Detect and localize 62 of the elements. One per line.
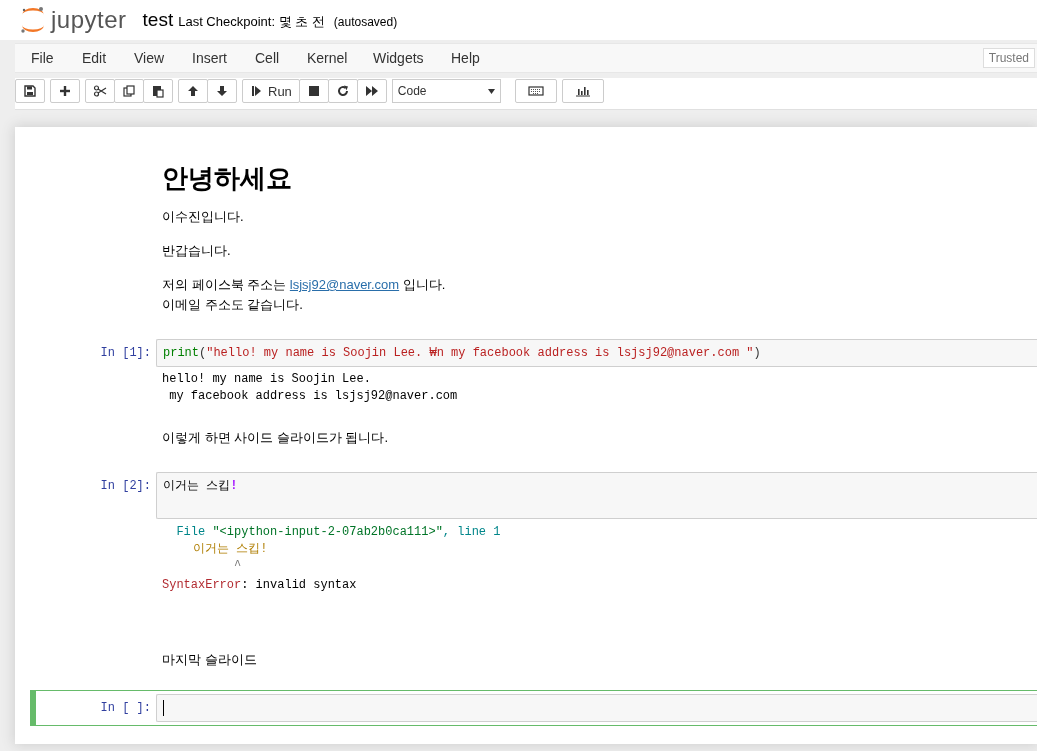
input-prompt: In [1]: [99,345,152,362]
logo-text: jupyter [51,7,127,33]
autosave-status: (autosaved) [333,15,398,29]
input-prompt: In [ ]: [99,700,152,717]
caret-icon [487,88,495,94]
code-input[interactable] [156,694,1037,723]
traceback-line: File "<ipython-input-2-07ab2b0ca111>", line 1 [175,524,502,541]
error-caret: ^ [234,559,242,573]
markdown-paragraph: 이수진입니다. [162,208,245,226]
text-cursor [163,700,164,716]
menu-item[interactable]: View [134,50,192,66]
add-cell-button[interactable] [50,79,80,103]
move-down-button[interactable] [207,79,237,103]
save-button[interactable] [15,79,45,103]
selected-cell[interactable]: In [ ]: [30,690,1037,727]
stop-icon [306,84,321,98]
notebook-name[interactable]: test [142,9,174,31]
email-link[interactable]: lsjsj92@naver.com [289,277,400,292]
stop-button[interactable] [298,79,329,103]
menu-item[interactable]: Edit [82,50,134,66]
scissors-icon [93,84,107,98]
save-icon [23,84,37,98]
error-message: SyntaxError: invalid syntax [162,577,358,594]
logo-icon [19,6,47,34]
arrow-up-icon [186,84,200,98]
trusted-badge[interactable]: Trusted [982,48,1035,68]
restart-icon [335,84,350,98]
output-line: my facebook address is lsjsj92@naver.com [168,388,459,405]
traceback-line: 이거는 스킵! [193,541,269,558]
cell-type-select[interactable]: Code [391,79,501,103]
paste-icon [151,84,165,98]
menu-item[interactable]: Widgets [373,50,451,66]
menu-item[interactable]: File [31,50,82,66]
markdown-paragraph: 이렇게 하면 사이드 슬라이드가 됩니다. [162,429,390,447]
markdown-heading: 안녕하세요 [162,163,293,193]
keyboard-button[interactable] [514,79,557,103]
output-line: hello! my name is Soojin Lee. [162,371,372,388]
code-input[interactable]: 이거는 스킵! [156,472,1037,519]
restart-button[interactable] [327,79,358,103]
chart-button[interactable] [561,79,604,103]
paste-button[interactable] [143,79,173,103]
cut-button[interactable] [85,79,115,103]
plus-icon [58,84,72,98]
menu-item[interactable]: Insert [192,50,255,66]
fast-forward-icon [364,84,379,98]
move-up-button[interactable] [178,79,208,103]
arrow-down-icon [215,84,229,98]
bar-chart-icon [574,84,591,98]
menu-item[interactable]: Cell [255,50,307,66]
markdown-paragraph: 마지막 슬라이드 [162,651,258,669]
code-input[interactable]: print("hello! my name is Soojin Lee. ₩n my facebook address is lsjsj92@naver.com ") [156,339,1037,367]
markdown-paragraph: 반갑습니다. [162,242,232,260]
menu-item[interactable]: Help [451,50,491,66]
input-prompt: In [2]: [99,478,152,495]
copy-icon [122,84,136,98]
checkpoint-text: Last Checkpoint: 몇 초 전 [178,13,325,31]
keyboard-icon [527,84,544,98]
run-all-button[interactable] [356,79,387,103]
menu-item[interactable]: Kernel [307,50,373,66]
copy-button[interactable] [114,79,144,103]
markdown-paragraph: 저의 페이스북 주소는 lsjsj92@naver.com 입니다. 이메일 주소도 같습니다. [162,276,447,314]
run-button[interactable]: Run [242,79,300,103]
